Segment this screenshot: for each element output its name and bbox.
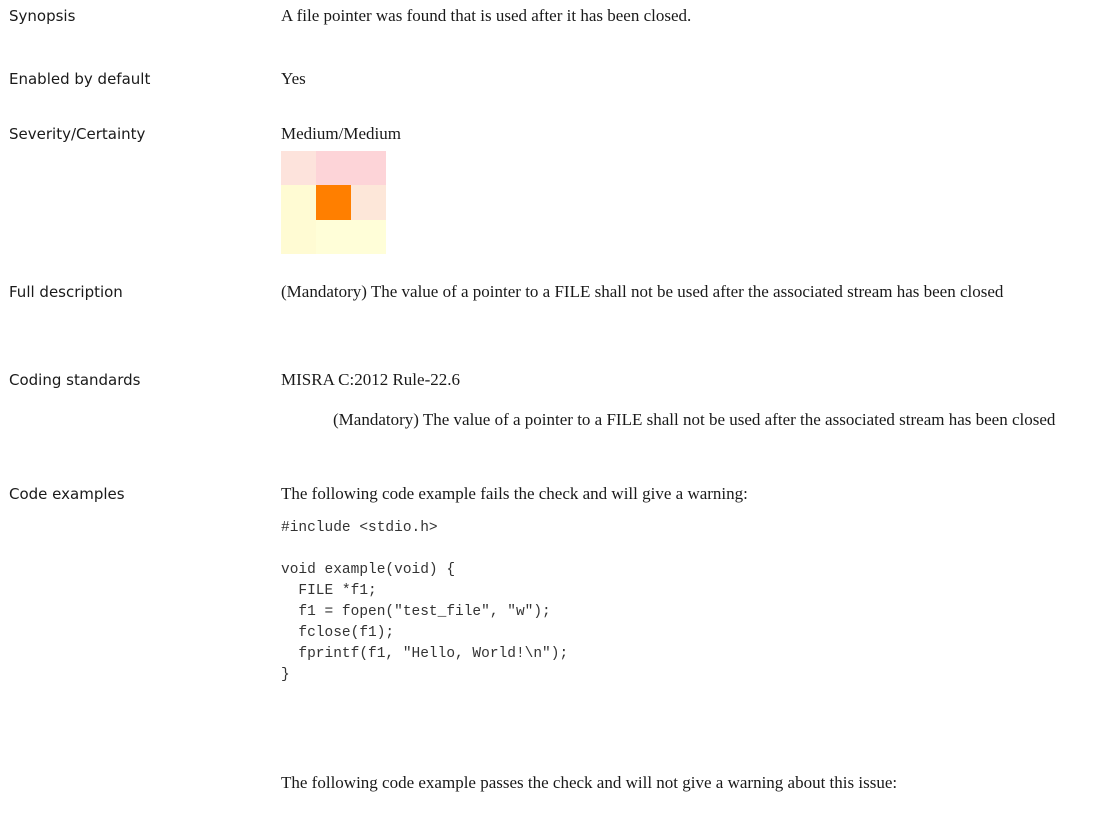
code-line: } (281, 667, 290, 683)
document-page: Synopsis A file pointer was found that i… (0, 0, 1095, 832)
matrix-cell (351, 220, 386, 254)
matrix-cell (281, 220, 316, 254)
code-line: f1 = fopen("test_file", "w"); (281, 604, 551, 620)
matrix-cell (351, 151, 386, 185)
code-line: void example(void) { (281, 562, 456, 578)
code-examples-passing-intro: The following code example passes the ch… (281, 773, 898, 792)
severity-certainty-value: Medium/Medium (281, 124, 401, 143)
matrix-cell (351, 185, 386, 220)
matrix-cell-highlighted (316, 185, 351, 220)
matrix-cell (281, 151, 316, 185)
code-examples-label: Code examples (9, 485, 125, 503)
coding-standards-label: Coding standards (9, 371, 141, 389)
enabled-by-default-label: Enabled by default (9, 70, 151, 88)
full-description-label: Full description (9, 283, 123, 301)
code-examples-intro: The following code example fails the che… (281, 484, 748, 503)
code-line: fprintf(f1, "Hello, World!\n"); (281, 646, 569, 662)
severity-certainty-label: Severity/Certainty (9, 125, 146, 143)
synopsis-label: Synopsis (9, 7, 76, 25)
severity-certainty-matrix (281, 151, 386, 254)
code-line: FILE *f1; (281, 583, 377, 599)
synopsis-value: A file pointer was found that is used af… (281, 6, 692, 25)
full-description-value: (Mandatory) The value of a pointer to a … (281, 282, 1004, 301)
enabled-by-default-value: Yes (281, 69, 306, 88)
matrix-cell (316, 220, 351, 254)
code-example-failing: #include <stdio.h> void example(void) { … (281, 518, 568, 686)
coding-standards-value: MISRA C:2012 Rule-22.6 (281, 370, 460, 389)
code-line: fclose(f1); (281, 625, 395, 641)
coding-standards-rule-text: (Mandatory) The value of a pointer to a … (333, 410, 1056, 429)
code-line: #include <stdio.h> (281, 520, 438, 536)
matrix-cell (316, 151, 351, 185)
matrix-cell (281, 185, 316, 220)
